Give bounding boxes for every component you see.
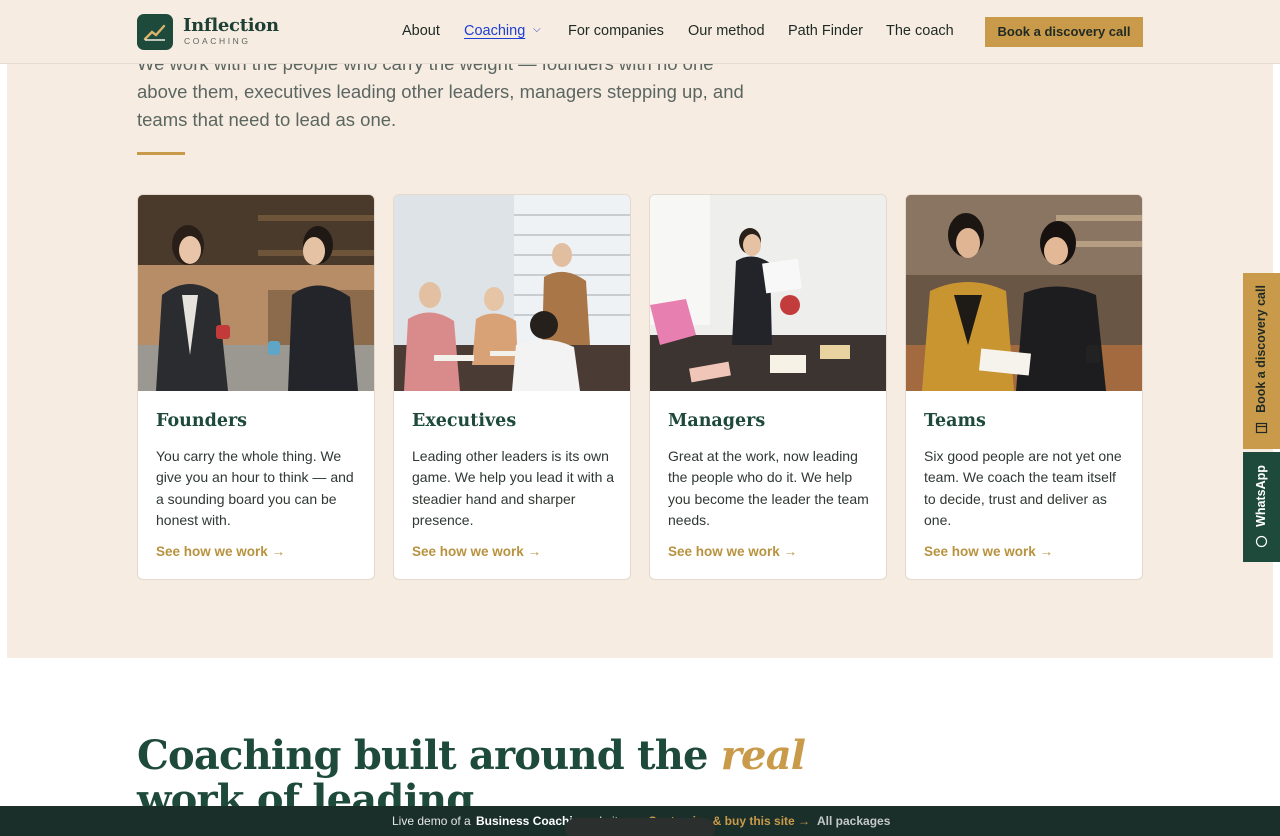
card-description: Great at the work, now leading the peopl… xyxy=(668,448,869,529)
see-how-we-work-link[interactable]: See how we work → xyxy=(156,544,285,559)
see-how-we-work-link[interactable]: See how we work → xyxy=(924,544,1053,559)
audience-card-teams: Teams Six good people are not yet one te… xyxy=(905,194,1143,580)
card-description: Six good people are not yet one team. We… xyxy=(924,448,1122,529)
nav-path-finder[interactable]: Path Finder xyxy=(788,23,863,39)
site-header: Inflection COACHING About Coaching ⌵ For… xyxy=(0,0,1280,64)
card-title: Executives xyxy=(412,411,517,431)
side-book-discovery-call-tab[interactable]: Book a discovery call xyxy=(1243,273,1280,449)
logo-icon[interactable] xyxy=(137,14,173,50)
nav-for-companies[interactable]: For companies xyxy=(568,23,664,39)
chevron-down-icon[interactable]: ⌵ xyxy=(533,24,541,35)
see-how-we-work-link[interactable]: See how we work → xyxy=(668,544,797,559)
logo-name[interactable]: Inflection xyxy=(183,15,279,36)
headline-accent: real xyxy=(720,732,806,779)
card-description: Leading other leaders is its own game. W… xyxy=(412,448,615,529)
headline-part1: Coaching built around the xyxy=(137,732,721,779)
card-description: You carry the whole thing. We give you a… xyxy=(156,448,354,529)
book-discovery-call-button[interactable]: Book a discovery call xyxy=(985,17,1143,47)
audience-card-managers: Managers Great at the work, now leading … xyxy=(649,194,887,580)
teams-photo xyxy=(906,195,1142,391)
executives-photo xyxy=(394,195,630,391)
nav-about[interactable]: About xyxy=(402,23,440,39)
audience-card-executives: Executives Leading other leaders is its … xyxy=(393,194,631,580)
whatsapp-icon xyxy=(1255,535,1268,548)
nav-our-method[interactable]: Our method xyxy=(688,23,765,39)
side-book-label: Book a discovery call xyxy=(1254,285,1268,413)
side-whatsapp-tab[interactable]: WhatsApp xyxy=(1243,452,1280,562)
logo-tagline: COACHING xyxy=(184,36,251,46)
see-how-we-work-link[interactable]: See how we work → xyxy=(412,544,541,559)
all-packages-link[interactable]: All packages xyxy=(817,814,890,828)
card-title: Founders xyxy=(156,411,248,431)
founders-photo xyxy=(138,195,374,391)
floating-toolbar[interactable] xyxy=(565,818,715,836)
card-title: Teams xyxy=(924,411,986,431)
side-whatsapp-label: WhatsApp xyxy=(1254,465,1268,527)
calendar-icon xyxy=(1255,422,1268,434)
nav-the-coach[interactable]: The coach xyxy=(886,23,954,39)
section-divider xyxy=(137,152,185,155)
nav-coaching[interactable]: Coaching xyxy=(464,23,525,39)
managers-photo xyxy=(650,195,886,391)
demo-prefix: Live demo of a xyxy=(392,814,471,828)
audience-card-founders: Founders You carry the whole thing. We g… xyxy=(137,194,375,580)
card-title: Managers xyxy=(668,411,766,431)
